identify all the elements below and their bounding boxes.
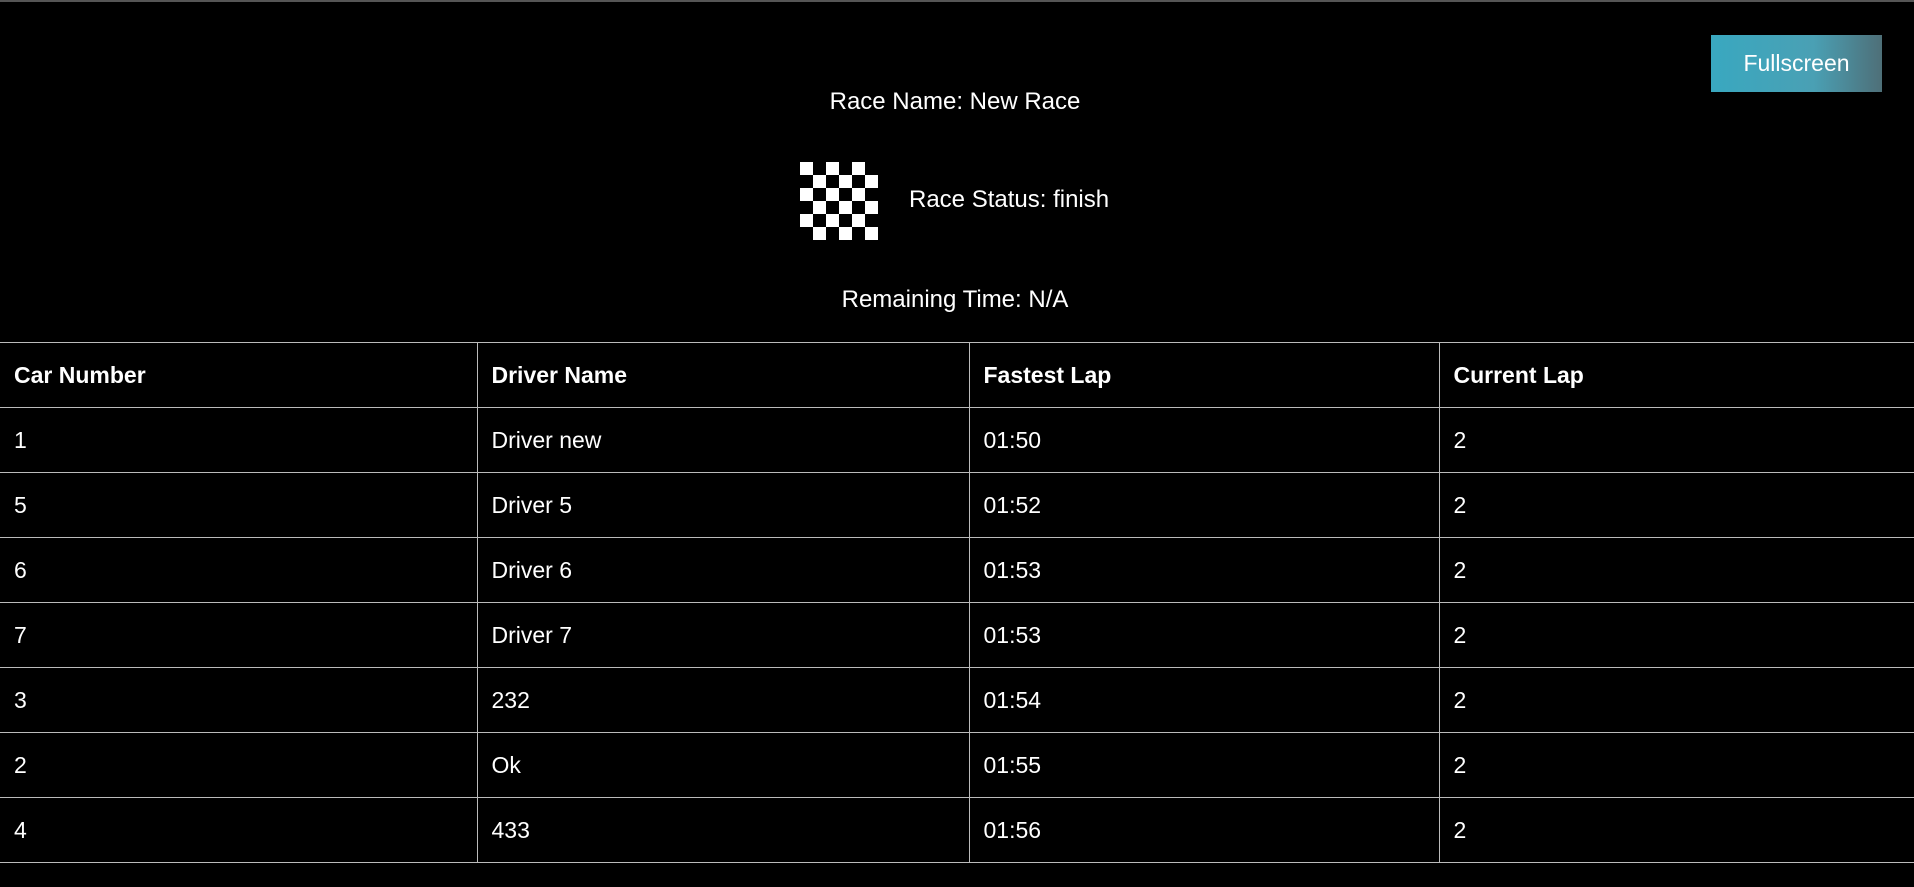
top-divider [0, 0, 1914, 2]
race-status-row: Race Status: finish [0, 162, 1914, 240]
cell-car-number: 4 [0, 797, 478, 863]
header-car-number: Car Number [0, 342, 478, 408]
cell-fastest-lap: 01:53 [968, 537, 1440, 603]
cell-current-lap: 2 [1438, 472, 1914, 538]
race-display-page: Fullscreen Race Name: New Race Race Stat… [0, 0, 1914, 887]
cell-driver-name: Ok [476, 732, 970, 798]
table-row: 1 Driver new 01:50 2 [0, 407, 1914, 473]
cell-current-lap: 2 [1438, 537, 1914, 603]
cell-fastest-lap: 01:50 [968, 407, 1440, 473]
cell-car-number: 1 [0, 407, 478, 473]
table-row: 6 Driver 6 01:53 2 [0, 537, 1914, 603]
header-current-lap: Current Lap [1438, 342, 1914, 408]
cell-car-number: 2 [0, 732, 478, 798]
race-name-label: Race Name: New Race [829, 88, 1081, 115]
cell-current-lap: 2 [1438, 602, 1914, 668]
cell-driver-name: 433 [476, 797, 970, 863]
cell-fastest-lap: 01:54 [968, 667, 1440, 733]
table-row: 5 Driver 5 01:52 2 [0, 472, 1914, 538]
cell-driver-name: Driver 5 [476, 472, 970, 538]
race-status-label: Race Status: finish [909, 186, 1110, 213]
header-fastest-lap: Fastest Lap [968, 342, 1440, 408]
cell-fastest-lap: 01:52 [968, 472, 1440, 538]
cell-current-lap: 2 [1438, 407, 1914, 473]
cell-car-number: 5 [0, 472, 478, 538]
table-row: 7 Driver 7 01:53 2 [0, 602, 1914, 668]
cell-current-lap: 2 [1438, 667, 1914, 733]
cell-fastest-lap: 01:53 [968, 602, 1440, 668]
cell-current-lap: 2 [1438, 797, 1914, 863]
results-table: Car Number Driver Name Fastest Lap Curre… [0, 342, 1914, 863]
cell-driver-name: Driver new [476, 407, 970, 473]
cell-fastest-lap: 01:55 [968, 732, 1440, 798]
cell-car-number: 3 [0, 667, 478, 733]
cell-driver-name: 232 [476, 667, 970, 733]
remaining-time-label: Remaining Time: N/A [841, 286, 1069, 313]
fullscreen-button[interactable]: Fullscreen [1711, 35, 1882, 92]
table-row: 2 Ok 01:55 2 [0, 732, 1914, 798]
table-row: 3 232 01:54 2 [0, 667, 1914, 733]
cell-car-number: 6 [0, 537, 478, 603]
header-driver-name: Driver Name [476, 342, 970, 408]
cell-driver-name: Driver 6 [476, 537, 970, 603]
cell-current-lap: 2 [1438, 732, 1914, 798]
table-header-row: Car Number Driver Name Fastest Lap Curre… [0, 342, 1914, 408]
cell-fastest-lap: 01:56 [968, 797, 1440, 863]
checkered-flag-icon [800, 162, 878, 240]
cell-driver-name: Driver 7 [476, 602, 970, 668]
table-row: 4 433 01:56 2 [0, 797, 1914, 863]
cell-car-number: 7 [0, 602, 478, 668]
